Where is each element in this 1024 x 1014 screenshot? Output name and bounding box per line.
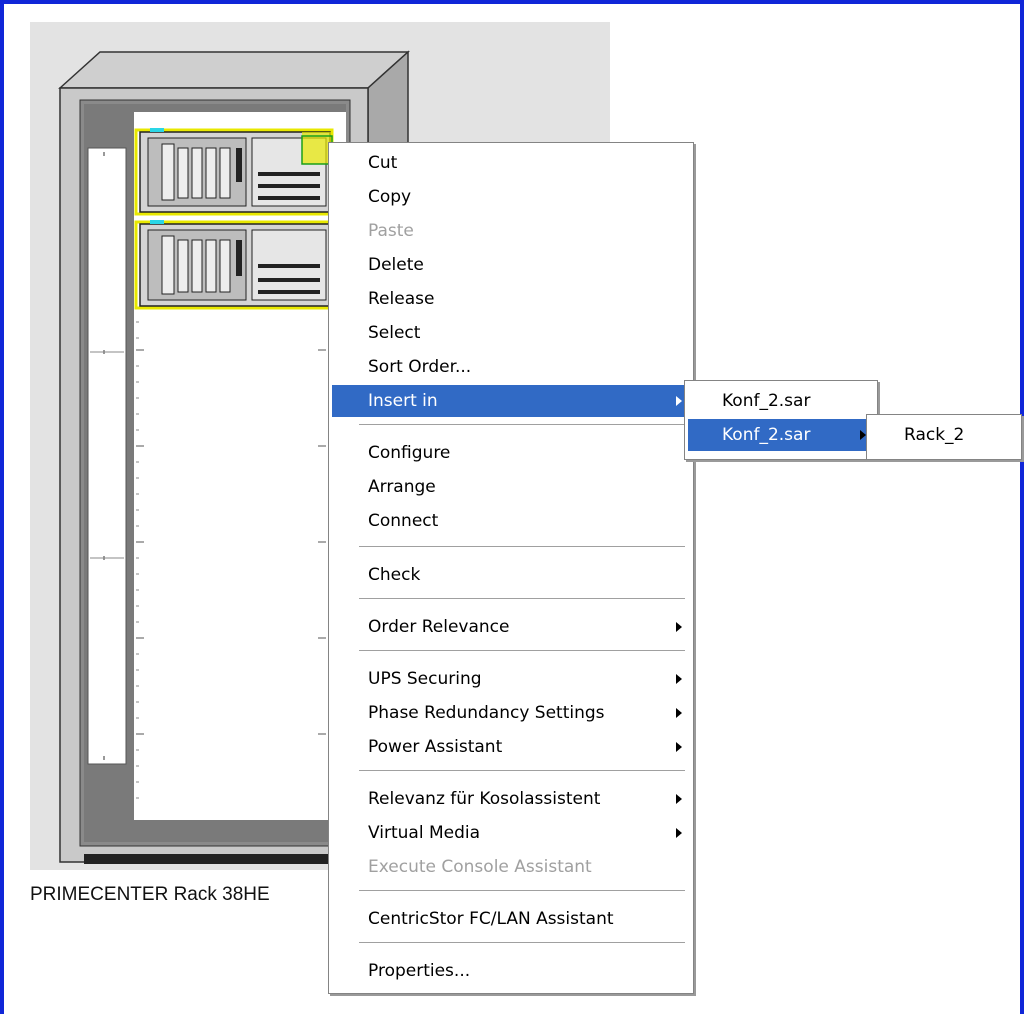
rack-label: PRIMECENTER Rack 38HE [30, 884, 270, 905]
menu-item-execute-console-assistant[interactable]: Execute Console Assistant [332, 851, 690, 883]
menu-item-label: Insert in [368, 391, 438, 411]
menu-item-label: Copy [368, 187, 412, 207]
menu-item-copy[interactable]: Copy [332, 181, 690, 213]
menu-item-label: Configure [368, 443, 451, 463]
menu-item-label: Select [368, 323, 421, 343]
menu-item-label: Check [368, 565, 421, 585]
menu-item-label: Virtual Media [368, 823, 481, 843]
menu-item-configure[interactable]: Configure [332, 437, 690, 469]
submenu-arrow-icon [676, 708, 682, 718]
server-unit-2 [134, 220, 334, 310]
menu-item-label: Order Relevance [368, 617, 510, 637]
menu-item-properties[interactable]: Properties... [332, 955, 690, 987]
menu-item-cut[interactable]: Cut [332, 147, 690, 179]
menu-item-label: Phase Redundancy Settings [368, 703, 605, 723]
menu-item-label: Connect [368, 511, 439, 531]
menu-item-power-assistant[interactable]: Power Assistant [332, 731, 690, 763]
menu-separator [359, 650, 685, 652]
menu-item-check[interactable]: Check [332, 559, 690, 591]
menu-item-insert-in[interactable]: Insert in [332, 385, 690, 417]
menu-item-label: Sort Order... [368, 357, 472, 377]
menu-item-order-relevance[interactable]: Order Relevance [332, 611, 690, 643]
server-unit-1 [134, 128, 334, 216]
submenu-item-konf-2-sar-folder[interactable]: Konf_2.sar [688, 419, 874, 451]
menu-item-label: Release [368, 289, 435, 309]
menu-item-ups-securing[interactable]: UPS Securing [332, 663, 690, 695]
menu-item-label: Execute Console Assistant [368, 857, 592, 877]
submenu-arrow-icon [676, 396, 682, 406]
submenu-arrow-icon [676, 622, 682, 632]
menu-item-label: Power Assistant [368, 737, 503, 757]
menu-item-phase-redundancy-settings[interactable]: Phase Redundancy Settings [332, 697, 690, 729]
menu-item-label: UPS Securing [368, 669, 482, 689]
submenu-item-label: Konf_2.sar [722, 425, 811, 445]
submenu-arrow-icon [676, 828, 682, 838]
menu-item-relevanz-kosolassistent[interactable]: Relevanz für Kosolassistent [332, 783, 690, 815]
menu-item-label: Paste [368, 221, 414, 241]
menu-item-release[interactable]: Release [332, 283, 690, 315]
submenu-arrow-icon [676, 742, 682, 752]
menu-item-connect[interactable]: Connect [332, 505, 690, 537]
menu-item-label: CentricStor FC/LAN Assistant [368, 909, 614, 929]
menu-item-select[interactable]: Select [332, 317, 690, 349]
menu-separator [359, 770, 685, 772]
menu-item-label: Relevanz für Kosolassistent [368, 789, 601, 809]
submenu-item-label: Konf_2.sar [722, 391, 811, 411]
rack-submenu: Rack_2 [866, 414, 1022, 460]
submenu-item-label: Rack_2 [904, 425, 965, 445]
menu-item-arrange[interactable]: Arrange [332, 471, 690, 503]
menu-item-label: Properties... [368, 961, 471, 981]
menu-separator [359, 546, 685, 548]
submenu-item-konf-2-sar[interactable]: Konf_2.sar [688, 385, 874, 417]
insert-in-submenu: Konf_2.sar Konf_2.sar [684, 380, 878, 460]
menu-item-sort-order[interactable]: Sort Order... [332, 351, 690, 383]
submenu-arrow-icon [676, 674, 682, 684]
menu-item-delete[interactable]: Delete [332, 249, 690, 281]
menu-item-label: Delete [368, 255, 424, 275]
submenu-arrow-icon [676, 794, 682, 804]
menu-item-centricstor-assistant[interactable]: CentricStor FC/LAN Assistant [332, 903, 690, 935]
menu-separator [359, 942, 685, 944]
menu-separator [359, 890, 685, 892]
menu-item-label: Arrange [368, 477, 436, 497]
submenu-item-rack-2[interactable]: Rack_2 [870, 419, 1018, 451]
context-menu: Cut Copy Paste Delete Release Select Sor… [328, 142, 694, 994]
menu-separator [359, 598, 685, 600]
menu-item-paste[interactable]: Paste [332, 215, 690, 247]
menu-item-label: Cut [368, 153, 398, 173]
menu-separator [359, 424, 685, 426]
menu-item-virtual-media[interactable]: Virtual Media [332, 817, 690, 849]
